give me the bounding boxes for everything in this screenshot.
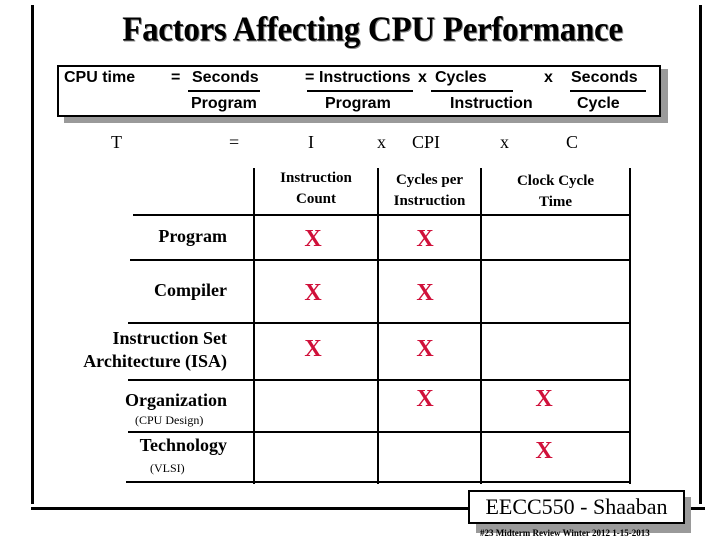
table-hline: [128, 379, 630, 381]
factor-mark: X: [304, 280, 322, 306]
row-label-line: Technology: [139, 435, 227, 455]
formula-eq2: =: [305, 69, 315, 86]
slide-frame-bottom: [31, 507, 470, 510]
formula-eq1: =: [171, 69, 181, 86]
row-label-isa: Instruction Set Architecture (ISA): [40, 327, 227, 373]
slide-footer: #23 Midterm Review Winter 2012 1-15-2013: [480, 528, 650, 538]
factor-mark: X: [416, 386, 434, 412]
factor-mark: X: [416, 336, 434, 362]
header-line: Count: [295, 191, 336, 207]
formula-lhs: CPU time: [64, 69, 136, 86]
slide-title: Factors Affecting CPU Performance: [122, 11, 623, 49]
row-label-line: Architecture (ISA): [83, 351, 227, 371]
row-label-organization: Organization (CPU Design): [40, 389, 227, 427]
table-hline: [130, 259, 630, 261]
factor-mark: X: [416, 226, 434, 252]
course-badge: EECC550 - Shaaban: [468, 490, 685, 524]
formula-x2: x: [544, 69, 553, 86]
formula-x1: x: [418, 69, 427, 86]
header-line: Instruction: [393, 193, 466, 209]
formula-t1-den: Program: [191, 95, 257, 112]
fraction-bar: [570, 90, 646, 92]
factor-mark: X: [416, 280, 434, 306]
header-line: Cycles per: [395, 172, 464, 188]
row-label-technology: Technology (VLSI): [40, 434, 227, 475]
row-sublabel: (VLSI): [150, 461, 185, 475]
short-formula-x1: x: [377, 132, 386, 152]
formula-t4-den: Cycle: [577, 95, 620, 112]
formula-t1-num: Seconds: [192, 69, 259, 86]
formula-t2-den: Program: [325, 95, 391, 112]
short-formula-cpi: CPI: [412, 132, 441, 152]
table-hline: [133, 214, 631, 216]
table-hline: [128, 322, 630, 324]
factor-mark: X: [304, 336, 322, 362]
row-label-compiler: Compiler: [154, 280, 227, 300]
factor-mark: X: [535, 386, 553, 412]
short-formula-t: T: [111, 132, 122, 152]
row-label-line: Instruction Set: [112, 328, 227, 348]
formula-t4-num: Seconds: [571, 69, 638, 86]
short-formula-eq: =: [229, 132, 240, 152]
factor-mark: X: [535, 438, 553, 464]
column-header-instruction-count: Instruction Count: [255, 168, 377, 210]
formula-t3-num: Cycles: [435, 69, 487, 86]
fraction-bar: [431, 90, 513, 92]
column-header-clock-cycle-time: Clock Cycle Time: [482, 171, 629, 213]
formula-t3-den: Instruction: [450, 95, 533, 112]
header-line: Time: [538, 194, 573, 210]
short-formula-c: C: [566, 132, 579, 152]
table-hline: [126, 481, 630, 483]
formula-t2-num: Instructions: [319, 69, 411, 86]
column-header-cpi: Cycles per Instruction: [379, 170, 480, 212]
fraction-bar: [188, 90, 260, 92]
fraction-bar: [307, 90, 413, 92]
header-line: Instruction: [280, 170, 352, 186]
factor-mark: X: [304, 226, 322, 252]
row-sublabel: (CPU Design): [135, 413, 204, 427]
short-formula-i: I: [308, 132, 314, 152]
short-formula-x2: x: [500, 132, 509, 152]
row-label-program: Program: [158, 226, 227, 246]
header-line: Clock Cycle: [516, 173, 595, 189]
formula-box: CPU time = Seconds Program = Instruction…: [57, 65, 661, 117]
